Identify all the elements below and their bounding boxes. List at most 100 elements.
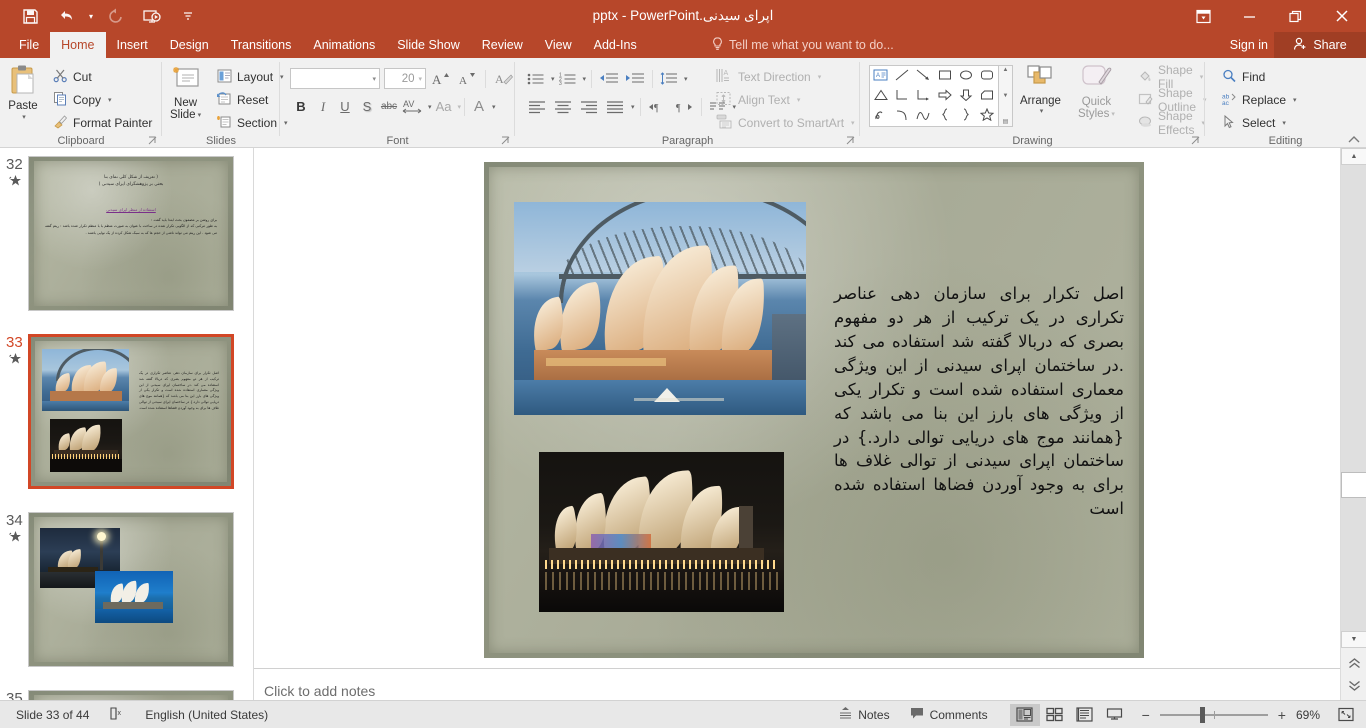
tab-slide-show[interactable]: Slide Show [386,32,471,58]
zoom-out-button[interactable]: − [1140,707,1152,723]
bullets-button[interactable] [525,68,547,89]
align-center-button[interactable] [551,96,575,117]
sign-in-button[interactable]: Sign in [1230,32,1268,58]
shape-elbow-connector-icon[interactable] [895,89,909,104]
bold-button[interactable]: B [290,96,312,117]
thumbnail-image[interactable] [28,512,234,667]
copy-button[interactable]: Copy ▾ [50,89,115,111]
shapes-more-icon[interactable]: ▤ [1003,118,1009,125]
sydney-opera-house-daytime-photo[interactable] [514,202,806,415]
zoom-level[interactable]: 69% [1288,701,1328,728]
columns-dropdown-icon[interactable]: ▾ [631,103,635,111]
select-dropdown-icon[interactable]: ▾ [1282,119,1286,127]
previous-slide-button[interactable] [1341,655,1366,672]
restore-button[interactable] [1272,0,1318,32]
change-case-button[interactable]: Aa [432,96,456,117]
text-shadow-button[interactable]: S [356,96,378,117]
collapse-ribbon-button[interactable] [1348,135,1360,147]
rtl-direction-button[interactable]: ¶ [672,96,696,117]
convert-to-smartart-button[interactable]: Convert to SmartArt ▾ [713,112,858,134]
replace-dropdown-icon[interactable]: ▾ [1293,96,1297,104]
thumbnail-slide-34[interactable]: 34 [0,512,240,672]
text-direction-button[interactable]: A Text Direction ▾ [713,66,824,88]
font-name-dropdown-icon[interactable]: ▾ [372,75,376,83]
thumbnail-image[interactable] [28,690,234,700]
shape-effects-button[interactable]: Shape Effects ▾ [1135,109,1208,137]
normal-view-button[interactable] [1009,703,1040,726]
decrease-font-size-icon[interactable]: A [456,68,478,89]
font-name-input[interactable]: ▾ [290,68,380,89]
tab-design[interactable]: Design [159,32,220,58]
italic-button[interactable]: I [312,96,334,117]
align-text-dropdown-icon[interactable]: ▾ [797,96,801,104]
spell-check-status[interactable]: x [99,701,135,728]
arrange-button[interactable]: Arrange ▾ [1020,64,1061,115]
shape-rectangle-icon[interactable] [938,69,952,84]
quick-styles-dropdown-icon[interactable]: ▾ [1111,110,1115,118]
tab-home[interactable]: Home [50,32,106,58]
tell-me-search[interactable]: Tell me what you want to do... [712,32,894,58]
arrange-dropdown-icon[interactable]: ▾ [1040,107,1044,115]
tab-file[interactable]: File [8,32,50,58]
align-left-button[interactable] [525,96,549,117]
ltr-direction-button[interactable]: ¶ [646,96,670,117]
align-text-button[interactable]: Align Text ▾ [713,89,803,111]
smartart-dropdown-icon[interactable]: ▾ [851,119,855,127]
fit-slide-to-window-button[interactable] [1328,701,1366,728]
underline-button[interactable]: U [334,96,356,117]
line-spacing-dropdown-icon[interactable]: ▾ [684,75,688,83]
clear-formatting-icon[interactable]: A [493,68,515,89]
slide-scroll-down-button[interactable]: ▼ [1341,631,1366,648]
justify-button[interactable] [603,96,627,117]
reset-button[interactable]: Reset [214,89,271,111]
new-slide-dropdown-icon[interactable]: ▾ [198,111,202,119]
new-slide-button[interactable]: New Slide ▾ [170,64,201,121]
find-button[interactable]: Find [1219,66,1268,88]
slide-sorter-view-button[interactable] [1040,704,1070,726]
change-case-dropdown-icon[interactable]: ▾ [458,103,462,111]
thumbnail-image[interactable]: ( تعریف از شکل کلی نمای بنا بحثی بر پژوه… [28,156,234,311]
minimize-button[interactable] [1226,0,1272,32]
shape-triangle-icon[interactable] [873,89,888,104]
text-direction-dropdown-icon[interactable]: ▾ [818,73,822,81]
font-size-input[interactable]: 20 ▾ [384,68,426,89]
shape-scribble-icon[interactable] [874,109,888,124]
notes-toggle-button[interactable]: Notes [828,701,899,728]
slide-scrollbar[interactable]: ▲ ▼ [1340,148,1366,700]
shape-arrow-icon[interactable] [916,69,930,84]
comments-toggle-button[interactable]: Comments [900,701,998,728]
slide-scroll-track[interactable] [1341,165,1366,632]
shape-right-brace-icon[interactable] [961,108,971,124]
zoom-slider[interactable]: − + [1140,701,1288,728]
ribbon-display-options-icon[interactable] [1180,0,1226,32]
slide-scroll-up-button[interactable]: ▲ [1341,148,1366,165]
line-spacing-button[interactable] [658,68,680,89]
tab-insert[interactable]: Insert [106,32,159,58]
font-dialog-launcher[interactable] [501,136,511,146]
shape-down-arrow-icon[interactable] [959,89,973,104]
font-size-dropdown-icon[interactable]: ▾ [418,75,422,83]
shapes-gallery[interactable]: A ▲ ▼ ▤ [869,65,1013,127]
reading-view-button[interactable] [1070,704,1100,726]
increase-font-size-icon[interactable]: A [430,68,452,89]
tab-add-ins[interactable]: Add-Ins [583,32,648,58]
tab-animations[interactable]: Animations [302,32,386,58]
shapes-scroll-down-icon[interactable]: ▼ [1003,93,1009,99]
clipboard-dialog-launcher[interactable] [148,136,158,146]
shapes-scroll-up-icon[interactable]: ▲ [1003,67,1009,73]
font-color-button[interactable]: A [468,96,490,117]
tab-review[interactable]: Review [471,32,534,58]
strikethrough-button[interactable]: abc [378,96,400,117]
format-painter-button[interactable]: Format Painter [50,112,155,134]
bullets-dropdown-icon[interactable]: ▾ [551,75,555,83]
close-button[interactable] [1318,0,1366,32]
font-color-dropdown-icon[interactable]: ▾ [492,103,496,111]
character-spacing-button[interactable]: AV [400,96,426,117]
shapes-grid[interactable]: A [869,65,999,127]
shapes-gallery-scrollbar[interactable]: ▲ ▼ ▤ [999,65,1013,127]
drawing-dialog-launcher[interactable] [1191,136,1201,146]
shape-outline-button[interactable]: Shape Outline ▾ [1135,86,1210,114]
slide-body-text[interactable]: اصل تکرار برای سازمان دهی عناصر تکراری د… [834,282,1124,521]
tab-view[interactable]: View [534,32,583,58]
zoom-in-button[interactable]: + [1276,707,1288,723]
